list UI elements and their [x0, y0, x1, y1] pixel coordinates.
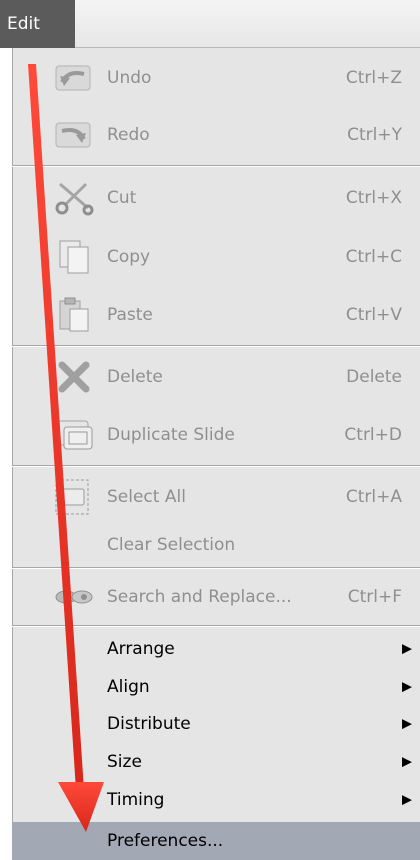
menu-item-label: Timing — [107, 790, 165, 810]
menu-item-copy[interactable]: Copy Ctrl+C — [12, 237, 420, 277]
menu-item-label: Arrange — [107, 639, 175, 659]
menu-item-paste[interactable]: Paste Ctrl+V — [12, 295, 420, 335]
menu-item-preferences[interactable]: Preferences... — [12, 822, 420, 860]
menu-item-label: Paste — [107, 305, 153, 325]
submenu-arrow-icon: ▶ — [402, 716, 412, 732]
menu-item-label: Redo — [107, 125, 150, 145]
menu-item-arrange[interactable]: Arrange ▶ — [12, 629, 420, 669]
menu-item-undo[interactable]: Undo Ctrl+Z — [12, 58, 420, 98]
submenu-arrow-icon: ▶ — [402, 754, 412, 770]
menu-item-label: Search and Replace... — [107, 587, 292, 607]
menu-item-timing[interactable]: Timing ▶ — [12, 780, 420, 820]
menu-separator — [12, 345, 420, 347]
menu-item-shortcut: Ctrl+D — [344, 425, 402, 445]
menu-item-align[interactable]: Align ▶ — [12, 667, 420, 707]
menu-item-label: Size — [107, 752, 142, 772]
menu-item-redo[interactable]: Redo Ctrl+Y — [12, 115, 420, 155]
menu-item-shortcut: Ctrl+C — [345, 247, 402, 267]
copy-icon — [50, 237, 96, 277]
menu-item-shortcut: Delete — [346, 367, 402, 387]
menu-item-label: Cut — [107, 188, 137, 208]
undo-icon — [50, 58, 96, 98]
submenu-arrow-icon: ▶ — [402, 679, 412, 695]
menu-item-shortcut: Ctrl+Y — [347, 125, 402, 145]
submenu-arrow-icon: ▶ — [402, 641, 412, 657]
menu-separator — [12, 465, 420, 467]
menu-item-shortcut: Ctrl+X — [345, 188, 402, 208]
duplicate-slide-icon — [50, 415, 96, 455]
menu-item-label: Preferences... — [107, 831, 224, 851]
menu-separator — [12, 567, 420, 569]
delete-icon — [50, 357, 96, 397]
edit-menu-title[interactable]: Edit — [0, 0, 75, 48]
menu-item-label: Distribute — [107, 714, 191, 734]
menu-item-duplicate-slide[interactable]: Duplicate Slide Ctrl+D — [12, 415, 420, 455]
menu-item-search-and-replace[interactable]: Search and Replace... Ctrl+F — [12, 577, 420, 617]
menu-item-clear-selection[interactable]: Clear Selection — [12, 525, 420, 565]
submenu-arrow-icon: ▶ — [402, 792, 412, 808]
menu-item-label: Copy — [107, 247, 151, 267]
menu-item-label: Align — [107, 677, 150, 697]
menu-item-select-all[interactable]: Select All Ctrl+A — [12, 477, 420, 517]
menu-item-label: Clear Selection — [107, 535, 236, 555]
menu-separator — [12, 165, 420, 167]
menu-item-shortcut: Ctrl+V — [345, 305, 402, 325]
menu-item-shortcut: Ctrl+F — [347, 587, 402, 607]
menu-item-label: Duplicate Slide — [107, 425, 235, 445]
menu-item-shortcut: Ctrl+Z — [345, 68, 402, 88]
select-all-icon — [50, 477, 96, 517]
menu-item-label: Undo — [107, 68, 152, 88]
redo-icon — [50, 115, 96, 155]
menu-item-shortcut: Ctrl+A — [345, 487, 402, 507]
menu-item-delete[interactable]: Delete Delete — [12, 357, 420, 397]
menu-separator — [12, 625, 420, 627]
cut-icon — [50, 178, 96, 218]
menu-item-cut[interactable]: Cut Ctrl+X — [12, 178, 420, 218]
paste-icon — [50, 295, 96, 335]
menu-bar: Edit — [0, 0, 420, 48]
menu-item-label: Select All — [107, 487, 186, 507]
search-replace-icon — [50, 577, 96, 617]
menu-item-distribute[interactable]: Distribute ▶ — [12, 704, 420, 744]
menu-item-label: Delete — [107, 367, 163, 387]
menu-item-size[interactable]: Size ▶ — [12, 742, 420, 782]
